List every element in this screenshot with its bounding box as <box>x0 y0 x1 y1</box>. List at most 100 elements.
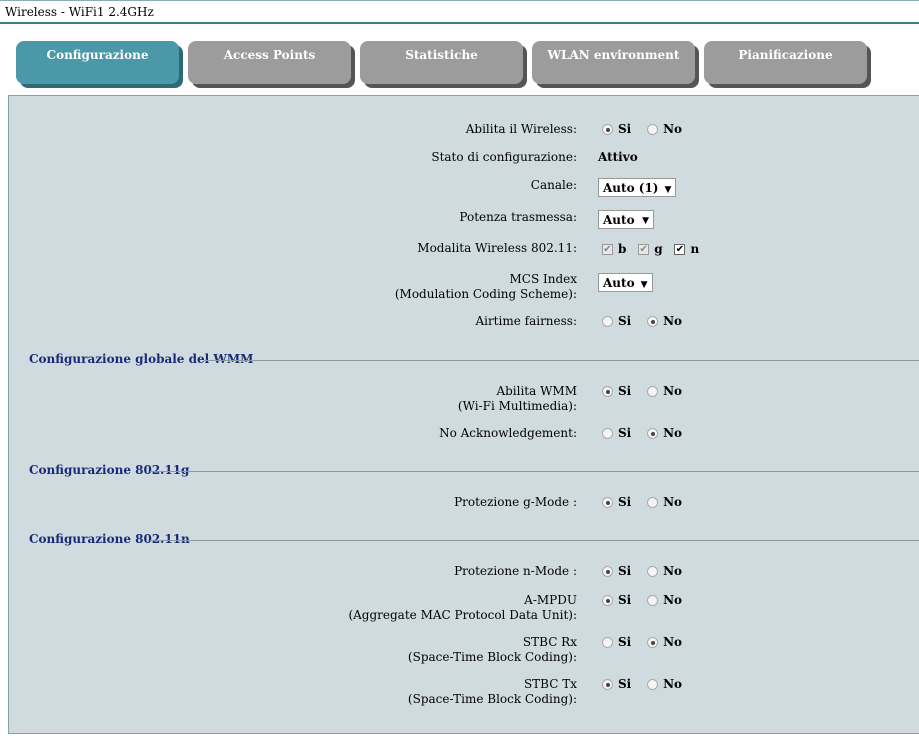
mcs-index-select-value: Auto <box>603 276 635 290</box>
no-label: No <box>663 564 683 578</box>
mcs-index-label-line1: MCS Index <box>509 272 577 286</box>
tx-power-select-value: Auto <box>603 213 635 227</box>
mcs-index-label: MCS Index (Modulation Coding Scheme): <box>395 272 577 302</box>
dropdown-arrow-icon: ▼ <box>640 280 648 290</box>
tab-wlan-environment[interactable]: WLAN environment <box>532 41 695 84</box>
no-label: No <box>663 677 683 691</box>
enable-wireless-radio-group: Si No <box>598 122 690 137</box>
mode-b-checkbox: ✔ <box>602 244 613 255</box>
no-label: No <box>663 384 683 398</box>
no-label: No <box>663 593 683 607</box>
mode-n-label: n <box>690 242 700 256</box>
stbc-tx-label-line1: STBC Tx <box>523 677 577 691</box>
stbc-tx-label: STBC Tx (Space-Time Block Coding): <box>408 677 577 707</box>
stbc-tx-yes-radio[interactable] <box>602 679 613 690</box>
stbc-tx-label-line2: (Space-Time Block Coding): <box>407 692 577 706</box>
section-divider <box>150 471 919 472</box>
yes-label: Si <box>618 384 632 398</box>
stbc-rx-label-line1: STBC Rx <box>522 635 577 649</box>
wmm-section-title: Configurazione globale del WMM <box>29 352 254 366</box>
dropdown-arrow-icon: ▼ <box>642 216 649 226</box>
wmm-no-radio[interactable] <box>647 386 659 397</box>
tab-statistiche[interactable]: Statistiche <box>360 41 523 84</box>
yes-label: Si <box>618 426 632 440</box>
enable-wireless-yes-radio[interactable] <box>602 124 613 135</box>
stbc-tx-radio-group: Si No <box>598 677 690 692</box>
mode-g-checkbox: ✔ <box>638 244 650 255</box>
ampdu-label-line1: A-MPDU <box>524 593 577 607</box>
enable-wireless-label: Abilita il Wireless: <box>465 122 577 136</box>
tab-configurazione[interactable]: Configurazione <box>16 41 179 84</box>
stbc-rx-label-line2: (Space-Time Block Coding): <box>407 650 577 664</box>
config-status-label: Stato di configurazione: <box>431 150 577 164</box>
ampdu-no-radio[interactable] <box>647 595 659 606</box>
no-ack-label: No Acknowledgement: <box>439 426 577 440</box>
enable-wmm-label-line2: (Wi-Fi Multimedia): <box>457 399 577 413</box>
g-protection-radio-group: Si No <box>598 495 690 510</box>
no-label: No <box>663 122 683 136</box>
no-label: No <box>663 314 683 328</box>
n-protection-yes-radio[interactable] <box>602 566 613 577</box>
n-protection-radio-group: Si No <box>598 564 690 579</box>
stbc-rx-yes-radio[interactable] <box>602 637 613 648</box>
mcs-index-label-line2: (Modulation Coding Scheme): <box>394 287 577 301</box>
n-section-title: Configurazione 802.11n <box>29 532 190 546</box>
mode-n-checkbox[interactable]: ✔ <box>674 244 686 255</box>
mode-b-label: b <box>618 242 627 256</box>
stbc-rx-label: STBC Rx (Space-Time Block Coding): <box>408 635 577 665</box>
yes-label: Si <box>618 122 632 136</box>
no-label: No <box>663 426 683 440</box>
channel-label: Canale: <box>530 178 577 192</box>
ampdu-label: A-MPDU (Aggregate MAC Protocol Data Unit… <box>348 593 577 623</box>
dropdown-arrow-icon: ▼ <box>664 185 672 195</box>
stbc-rx-radio-group: Si No <box>598 635 690 650</box>
g-protection-label: Protezione g-Mode : <box>454 495 577 509</box>
airtime-yes-radio[interactable] <box>602 316 613 327</box>
n-protection-label: Protezione n-Mode : <box>454 564 577 578</box>
ampdu-radio-group: Si No <box>598 593 690 608</box>
yes-label: Si <box>618 314 632 328</box>
window-title: Wireless - WiFi1 2.4GHz <box>5 5 154 19</box>
no-label: No <box>663 495 683 509</box>
noack-no-radio[interactable] <box>647 428 659 439</box>
airtime-fairness-radio-group: Si No <box>598 314 690 329</box>
no-ack-radio-group: Si No <box>598 426 690 441</box>
wireless-mode-checkboxes: ✔ b ✔ g ✔ n <box>598 242 707 257</box>
stbc-rx-no-radio[interactable] <box>647 637 659 648</box>
no-label: No <box>663 635 683 649</box>
enable-wmm-label: Abilita WMM (Wi-Fi Multimedia): <box>458 384 577 414</box>
yes-label: Si <box>618 635 632 649</box>
yes-label: Si <box>618 593 632 607</box>
ampdu-label-line2: (Aggregate MAC Protocol Data Unit): <box>348 608 577 622</box>
section-divider <box>204 360 919 361</box>
section-divider <box>150 540 919 541</box>
mcs-index-select[interactable]: Auto ▼ <box>598 273 653 292</box>
wireless-mode-label: Modalita Wireless 802.11: <box>417 241 577 255</box>
enable-wmm-label-line1: Abilita WMM <box>496 384 577 398</box>
n-protection-no-radio[interactable] <box>647 566 659 577</box>
noack-yes-radio[interactable] <box>602 428 613 439</box>
channel-select-value: Auto (1) <box>603 181 659 195</box>
g-protection-yes-radio[interactable] <box>602 497 613 508</box>
tab-pianificazione[interactable]: Pianificazione <box>704 41 867 84</box>
tx-power-select[interactable]: Auto ▼ <box>598 210 654 229</box>
g-protection-no-radio[interactable] <box>647 497 659 508</box>
enable-wireless-no-radio[interactable] <box>647 124 659 135</box>
ampdu-yes-radio[interactable] <box>602 595 613 606</box>
window-title-bar: Wireless - WiFi1 2.4GHz <box>0 0 919 24</box>
airtime-no-radio[interactable] <box>647 316 659 327</box>
yes-label: Si <box>618 495 632 509</box>
mode-g-label: g <box>654 242 663 256</box>
stbc-tx-no-radio[interactable] <box>647 679 659 690</box>
config-status-value: Attivo <box>598 150 638 164</box>
enable-wmm-radio-group: Si No <box>598 384 690 399</box>
tab-access-points[interactable]: Access Points <box>188 41 351 84</box>
tx-power-label: Potenza trasmessa: <box>459 210 577 224</box>
yes-label: Si <box>618 564 632 578</box>
wmm-yes-radio[interactable] <box>602 386 613 397</box>
g-section-title: Configurazione 802.11g <box>29 463 190 477</box>
yes-label: Si <box>618 677 632 691</box>
channel-select[interactable]: Auto (1) ▼ <box>598 178 677 197</box>
airtime-fairness-label: Airtime fairness: <box>475 314 577 328</box>
settings-panel: Abilita il Wireless: Si No Stato di conf… <box>8 95 919 734</box>
